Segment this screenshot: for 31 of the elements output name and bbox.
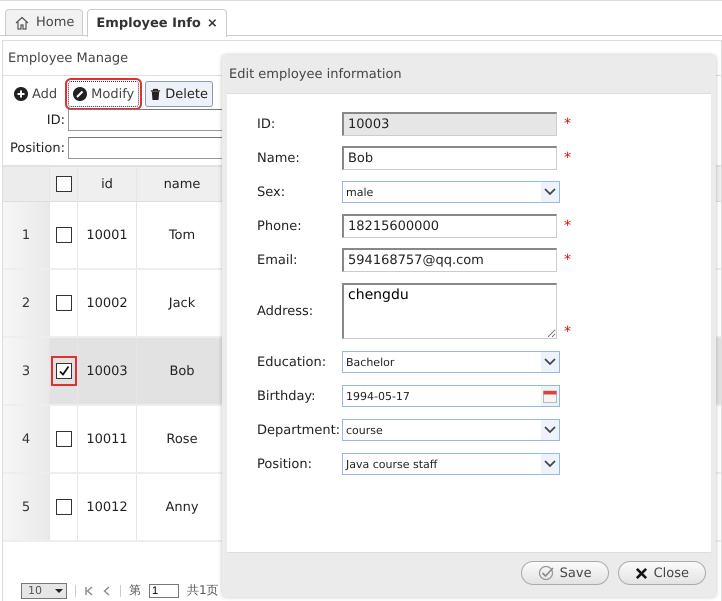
field-label: Name: bbox=[257, 150, 301, 166]
row-number: 5 bbox=[3, 474, 50, 540]
search-label: ID: bbox=[46, 112, 65, 128]
row-number: 3 bbox=[3, 338, 50, 404]
field-label: Phone: bbox=[257, 218, 303, 234]
required-mark: * bbox=[564, 324, 571, 340]
field-label: Department: bbox=[257, 422, 342, 438]
required-mark: * bbox=[564, 116, 571, 132]
field-label: Email: bbox=[257, 252, 298, 268]
table-cell: 10012 bbox=[78, 474, 137, 540]
page-count: 共1页 bbox=[187, 582, 219, 599]
table-cell: 10003 bbox=[78, 338, 137, 404]
table-cell: 10002 bbox=[78, 270, 137, 336]
table-cell: 10001 bbox=[78, 202, 137, 268]
row-number: 4 bbox=[3, 406, 50, 472]
page-label: 第 bbox=[129, 582, 141, 599]
row-number: 1 bbox=[3, 202, 50, 268]
field-label: Position: bbox=[257, 456, 313, 472]
field-label: ID: bbox=[257, 116, 276, 132]
field-label: Education: bbox=[257, 354, 328, 370]
table-cell: 10011 bbox=[78, 406, 137, 472]
row-number: 2 bbox=[3, 270, 50, 336]
dialog-title: Edit employee information bbox=[229, 66, 402, 82]
required-mark: * bbox=[564, 150, 571, 166]
required-mark: * bbox=[564, 252, 571, 268]
field-label: Sex: bbox=[257, 184, 286, 200]
panel-title: Employee Manage bbox=[8, 50, 128, 66]
field-label: Address: bbox=[257, 304, 314, 318]
field-label: Birthday: bbox=[257, 388, 317, 404]
required-mark: * bbox=[564, 218, 571, 234]
search-label: Position: bbox=[9, 140, 65, 156]
